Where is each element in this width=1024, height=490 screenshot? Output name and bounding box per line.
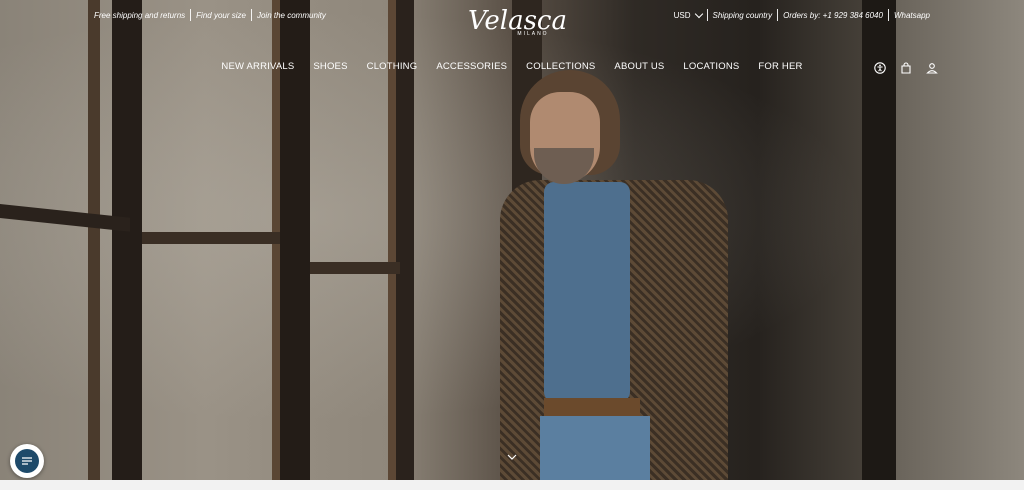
model-shirt: [544, 182, 630, 402]
topbar-right-links: USD Shipping country Orders by: +1 929 3…: [674, 9, 930, 21]
orders-phone-link[interactable]: Orders by: +1 929 384 6040: [783, 11, 883, 20]
header-icons: [874, 62, 938, 74]
main-navigation: NEW ARRIVALS SHOES CLOTHING ACCESSORIES …: [0, 61, 1024, 72]
nav-about-us[interactable]: ABOUT US: [605, 61, 674, 72]
chat-icon: [15, 449, 39, 473]
divider: [250, 9, 252, 21]
divider: [887, 9, 889, 21]
divider: [777, 9, 779, 21]
chat-button[interactable]: [10, 444, 44, 478]
window-frame: [112, 0, 142, 480]
nav-shoes[interactable]: SHOES: [304, 61, 357, 72]
nav-accessories[interactable]: ACCESSORIES: [427, 61, 517, 72]
brand-logo[interactable]: Velasca MILANO: [468, 8, 567, 42]
window-frame: [88, 0, 100, 480]
nav-for-her[interactable]: FOR HER: [749, 61, 812, 72]
model-belt: [544, 398, 640, 416]
divider: [706, 9, 708, 21]
currency-selector[interactable]: USD: [673, 9, 703, 20]
hero-model: [500, 70, 730, 480]
chevron-down-icon: [694, 9, 703, 18]
model-beard: [534, 148, 594, 184]
whatsapp-link[interactable]: Whatsapp: [894, 11, 930, 20]
window-frame: [310, 262, 400, 274]
find-size-link[interactable]: Find your size: [196, 11, 246, 20]
window-frame: [280, 0, 310, 480]
hero-banner: Free shipping and returns Find your size…: [0, 0, 1024, 480]
shopping-bag-icon[interactable]: [900, 62, 912, 74]
free-shipping-link[interactable]: Free shipping and returns: [94, 11, 185, 20]
accessibility-icon[interactable]: [874, 62, 886, 74]
currency-label: USD: [673, 10, 691, 20]
divider: [190, 9, 192, 21]
window-frame: [396, 0, 414, 480]
join-community-link[interactable]: Join the community: [257, 11, 326, 20]
nav-collections[interactable]: COLLECTIONS: [517, 61, 605, 72]
nav-locations[interactable]: LOCATIONS: [674, 61, 749, 72]
window-frame: [142, 232, 280, 244]
page-bottom-strip: [0, 480, 1024, 490]
topbar-left-links: Free shipping and returns Find your size…: [94, 9, 326, 21]
model-jeans: [540, 416, 650, 480]
window-frame: [388, 0, 396, 480]
nav-clothing[interactable]: CLOTHING: [357, 61, 427, 72]
shipping-country-link[interactable]: Shipping country: [713, 11, 773, 20]
account-icon[interactable]: [926, 62, 938, 74]
scroll-down-icon[interactable]: [507, 452, 517, 462]
nav-new-arrivals[interactable]: NEW ARRIVALS: [212, 61, 304, 72]
